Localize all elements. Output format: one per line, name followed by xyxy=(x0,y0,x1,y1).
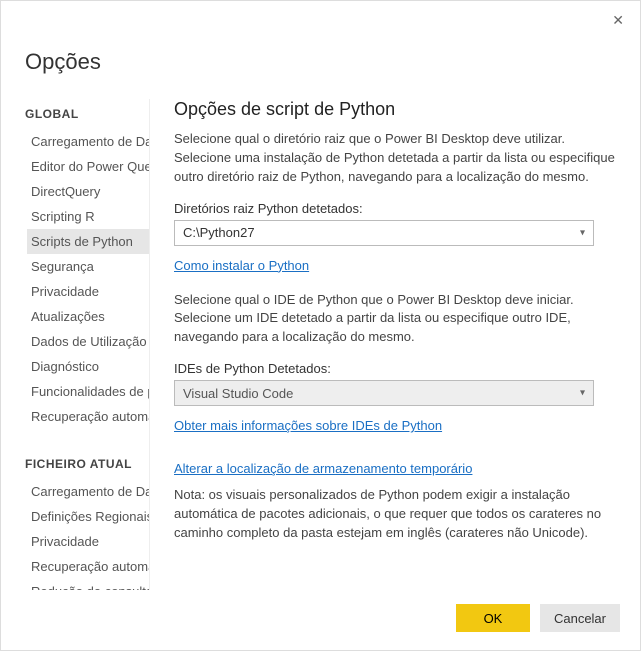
dialog-body: GLOBAL Carregamento de Dados Editor do P… xyxy=(1,99,640,590)
ide-label: IDEs de Python Detetados: xyxy=(174,361,616,376)
dialog-footer: OK Cancelar xyxy=(1,590,640,650)
sidebar-item-file-query-reduction[interactable]: Redução de consulta xyxy=(27,579,149,590)
cancel-button[interactable]: Cancelar xyxy=(540,604,620,632)
sidebar-item-r-scripting[interactable]: Scripting R xyxy=(27,204,149,229)
root-dir-label: Diretórios raiz Python detetados: xyxy=(174,201,616,216)
close-icon[interactable]: ✕ xyxy=(608,9,628,31)
root-dir-value: C:\Python27 xyxy=(183,225,255,240)
sidebar-item-preview-features[interactable]: Funcionalidades de pré-visualização xyxy=(27,379,149,404)
sidebar-item-auto-recovery[interactable]: Recuperação automática xyxy=(27,404,149,429)
sidebar: GLOBAL Carregamento de Dados Editor do P… xyxy=(1,99,149,590)
sidebar-item-usage-data[interactable]: Dados de Utilização xyxy=(27,329,149,354)
sidebar-item-updates[interactable]: Atualizações xyxy=(27,304,149,329)
temp-storage-link[interactable]: Alterar a localização de armazenamento t… xyxy=(174,461,472,476)
content-pane: Opções de script de Python Selecione qua… xyxy=(149,99,640,590)
sidebar-item-privacy[interactable]: Privacidade xyxy=(27,279,149,304)
sidebar-header-global: GLOBAL xyxy=(25,107,149,121)
root-dir-select[interactable]: C:\Python27 ▾ xyxy=(174,220,594,246)
sidebar-item-file-privacy[interactable]: Privacidade xyxy=(27,529,149,554)
dialog-title: Opções xyxy=(1,31,640,99)
ide-description: Selecione qual o IDE de Python que o Pow… xyxy=(174,291,616,348)
titlebar: ✕ xyxy=(1,1,640,31)
content-heading: Opções de script de Python xyxy=(174,99,616,120)
sidebar-item-data-loading[interactable]: Carregamento de Dados xyxy=(27,129,149,154)
sidebar-header-current-file: FICHEIRO ATUAL xyxy=(25,457,149,471)
ok-button[interactable]: OK xyxy=(456,604,530,632)
chevron-down-icon: ▾ xyxy=(580,227,585,238)
options-dialog: ✕ Opções GLOBAL Carregamento de Dados Ed… xyxy=(0,0,641,651)
sidebar-item-python-scripting[interactable]: Scripts de Python xyxy=(27,229,149,254)
sidebar-item-security[interactable]: Segurança xyxy=(27,254,149,279)
chevron-down-icon: ▾ xyxy=(580,388,585,399)
ide-info-link[interactable]: Obter mais informações sobre IDEs de Pyt… xyxy=(174,418,442,433)
unicode-note: Nota: os visuais personalizados de Pytho… xyxy=(174,486,616,543)
ide-value: Visual Studio Code xyxy=(183,386,293,401)
sidebar-item-file-data-loading[interactable]: Carregamento de Dados xyxy=(27,479,149,504)
sidebar-item-diagnostics[interactable]: Diagnóstico xyxy=(27,354,149,379)
sidebar-item-power-query[interactable]: Editor do Power Query xyxy=(27,154,149,179)
sidebar-item-file-regional[interactable]: Definições Regionais xyxy=(27,504,149,529)
sidebar-item-directquery[interactable]: DirectQuery xyxy=(27,179,149,204)
sidebar-item-file-auto-recovery[interactable]: Recuperação automática xyxy=(27,554,149,579)
ide-select[interactable]: Visual Studio Code ▾ xyxy=(174,380,594,406)
root-description: Selecione qual o diretório raiz que o Po… xyxy=(174,130,616,187)
install-python-link[interactable]: Como instalar o Python xyxy=(174,258,309,273)
